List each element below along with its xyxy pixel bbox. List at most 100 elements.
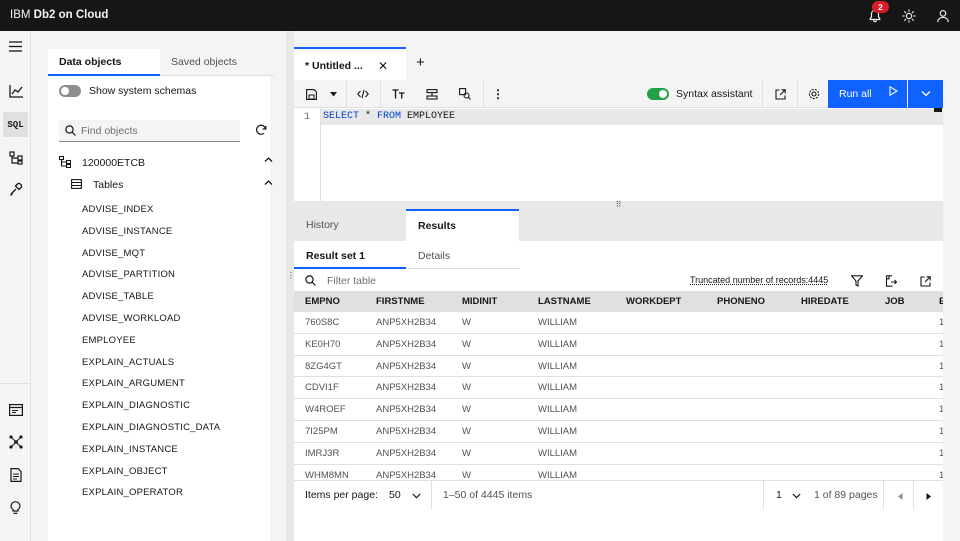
column-header[interactable]: MIDINIT (462, 291, 497, 312)
cell-empno: 8ZG4GT (305, 360, 342, 372)
cell-empno: KE0H70 (305, 338, 341, 350)
column-header[interactable]: WORKDEPT (626, 291, 681, 312)
table-row[interactable]: W4ROEF ANP5XH2B34 W WILLIAM 1 (294, 399, 943, 421)
cell-firstnme: ANP5XH2B34 (376, 404, 437, 416)
export-icon[interactable] (881, 271, 901, 291)
table-row[interactable]: KE0H70 ANP5XH2B34 W WILLIAM 1 (294, 334, 943, 356)
horizontal-splitter[interactable]: ⠿ (294, 201, 943, 209)
filter-table-input[interactable] (327, 272, 627, 290)
add-tab-icon[interactable]: + (416, 54, 425, 71)
user-icon[interactable] (933, 6, 953, 26)
vertical-splitter[interactable]: ⋮ (286, 31, 295, 541)
page-select[interactable]: 1 (776, 489, 782, 501)
table-list-item[interactable]: ADVISE_TABLE (82, 286, 262, 308)
cell-empno: W4ROEF (305, 404, 346, 416)
table-list-item[interactable]: EMPLOYEE (82, 330, 262, 352)
table-list-item[interactable]: ADVISE_INSTANCE (82, 221, 262, 243)
search-icon (65, 125, 76, 139)
table-list-item[interactable]: EXPLAIN_DIAGNOSTIC (82, 395, 262, 417)
table-row[interactable]: IMRJ3R ANP5XH2B34 W WILLIAM 1 (294, 443, 943, 465)
run-all-button[interactable]: Run all (828, 80, 907, 108)
line-gutter: 1 (294, 108, 321, 201)
network-icon[interactable] (3, 429, 28, 454)
settings-icon[interactable] (803, 80, 825, 108)
caret-down-icon[interactable] (326, 80, 340, 108)
editor-scrollbar[interactable] (934, 108, 942, 112)
line-number: 1 (304, 112, 311, 123)
notification-badge: 2 (872, 1, 889, 13)
run-options-button[interactable] (908, 80, 943, 108)
table-list-item[interactable]: EXPLAIN_DIAGNOSTIC_DATA (82, 417, 262, 439)
tools-icon[interactable] (3, 176, 28, 201)
table-list-item[interactable]: ADVISE_INDEX (82, 199, 262, 221)
sql-editor[interactable]: 1 SELECT * FROM EMPLOYEE (294, 108, 943, 201)
table-list-item[interactable]: EXPLAIN_INSTANCE (82, 439, 262, 461)
format-icon[interactable] (421, 80, 443, 108)
table-list-item[interactable]: EXPLAIN_ACTUALS (82, 352, 262, 374)
table-row[interactable]: CDVI1F ANP5XH2B34 W WILLIAM 1 (294, 377, 943, 400)
code-line[interactable]: SELECT * FROM EMPLOYEE (321, 109, 943, 125)
schema-icon[interactable] (3, 145, 28, 170)
menu-icon[interactable] (3, 34, 28, 59)
theme-icon[interactable] (899, 6, 919, 26)
table-row[interactable]: 760S8C ANP5XH2B34 W WILLIAM 1 (294, 312, 943, 334)
overflow-menu-icon[interactable]: ⋮ (490, 80, 506, 108)
document-icon[interactable] (3, 462, 28, 487)
results-tab-bar: History Results (294, 209, 943, 241)
terminal-icon[interactable] (3, 397, 28, 422)
tab-history[interactable]: History (294, 209, 406, 241)
items-per-page-select[interactable]: 50 (389, 489, 401, 501)
table-row[interactable]: 7I25PM ANP5XH2B34 W WILLIAM 1 (294, 421, 943, 443)
code-icon[interactable] (352, 80, 374, 108)
table-list-item[interactable]: ADVISE_MQT (82, 243, 262, 265)
launch-icon[interactable] (769, 80, 791, 108)
chevron-up-icon[interactable] (264, 155, 273, 167)
editor-tab[interactable]: * Untitled ... ✕ (294, 47, 406, 80)
explain-icon[interactable] (454, 80, 476, 108)
column-header[interactable]: PHONENO (717, 291, 765, 312)
column-header[interactable]: FIRSTNME (376, 291, 425, 312)
text-size-icon[interactable] (387, 80, 409, 108)
save-icon[interactable] (302, 80, 320, 108)
table-list-item[interactable]: EXPLAIN_ARGUMENT (82, 373, 262, 395)
sql-token: * (359, 111, 378, 122)
tab-details[interactable]: Details (406, 242, 520, 269)
tab-result-set-1[interactable]: Result set 1 (294, 242, 406, 269)
column-header[interactable]: LASTNAME (538, 291, 591, 312)
cell-firstnme: ANP5XH2B34 (376, 338, 437, 350)
table-list-item[interactable]: ADVISE_WORKLOAD (82, 308, 262, 330)
column-header[interactable]: JOB (885, 291, 905, 312)
caret-right-icon[interactable] (926, 491, 931, 503)
launch-icon[interactable] (915, 271, 935, 291)
tables-node-label[interactable]: Tables (93, 179, 123, 191)
chevron-up-icon[interactable] (264, 178, 273, 190)
close-icon[interactable]: ✕ (378, 59, 388, 73)
chart-icon[interactable] (3, 79, 28, 104)
tab-data-objects[interactable]: Data objects (48, 49, 160, 76)
chevron-down-icon[interactable] (792, 490, 801, 502)
tab-saved-objects[interactable]: Saved objects (160, 49, 274, 76)
filter-icon[interactable] (847, 271, 867, 291)
column-header[interactable]: HIREDATE (801, 291, 849, 312)
cell-lastname: WILLIAM (538, 382, 578, 394)
table-list-item[interactable]: EXPLAIN_OBJECT (82, 461, 262, 483)
lightbulb-icon[interactable] (3, 495, 28, 520)
schema-name[interactable]: 120000ETCB (82, 157, 145, 169)
sql-icon[interactable]: SQL (3, 112, 28, 137)
brand-title[interactable]: IBM Db2 on Cloud (10, 9, 108, 21)
table-list-item[interactable]: ADVISE_PARTITION (82, 264, 262, 286)
table-list-item[interactable]: EXPLAIN_OPERATOR (82, 482, 262, 504)
system-schemas-toggle[interactable] (59, 85, 81, 97)
table-row[interactable]: WHM8MN ANP5XH2B34 W WILLIAM 1 (294, 465, 943, 479)
tab-results[interactable]: Results (406, 209, 519, 241)
syntax-assistant-toggle[interactable] (647, 88, 669, 100)
find-objects-input[interactable] (81, 120, 236, 141)
caret-left-icon[interactable] (898, 491, 903, 503)
cell-midinit: W (462, 382, 471, 394)
column-header[interactable]: EMPNO (305, 291, 340, 312)
truncated-records-text: Truncated number of records:4445 (690, 275, 829, 285)
refresh-icon[interactable] (255, 124, 267, 139)
chevron-down-icon[interactable] (412, 490, 421, 502)
pager-divider (763, 481, 764, 509)
table-row[interactable]: 8ZG4GT ANP5XH2B34 W WILLIAM 1 (294, 356, 943, 378)
